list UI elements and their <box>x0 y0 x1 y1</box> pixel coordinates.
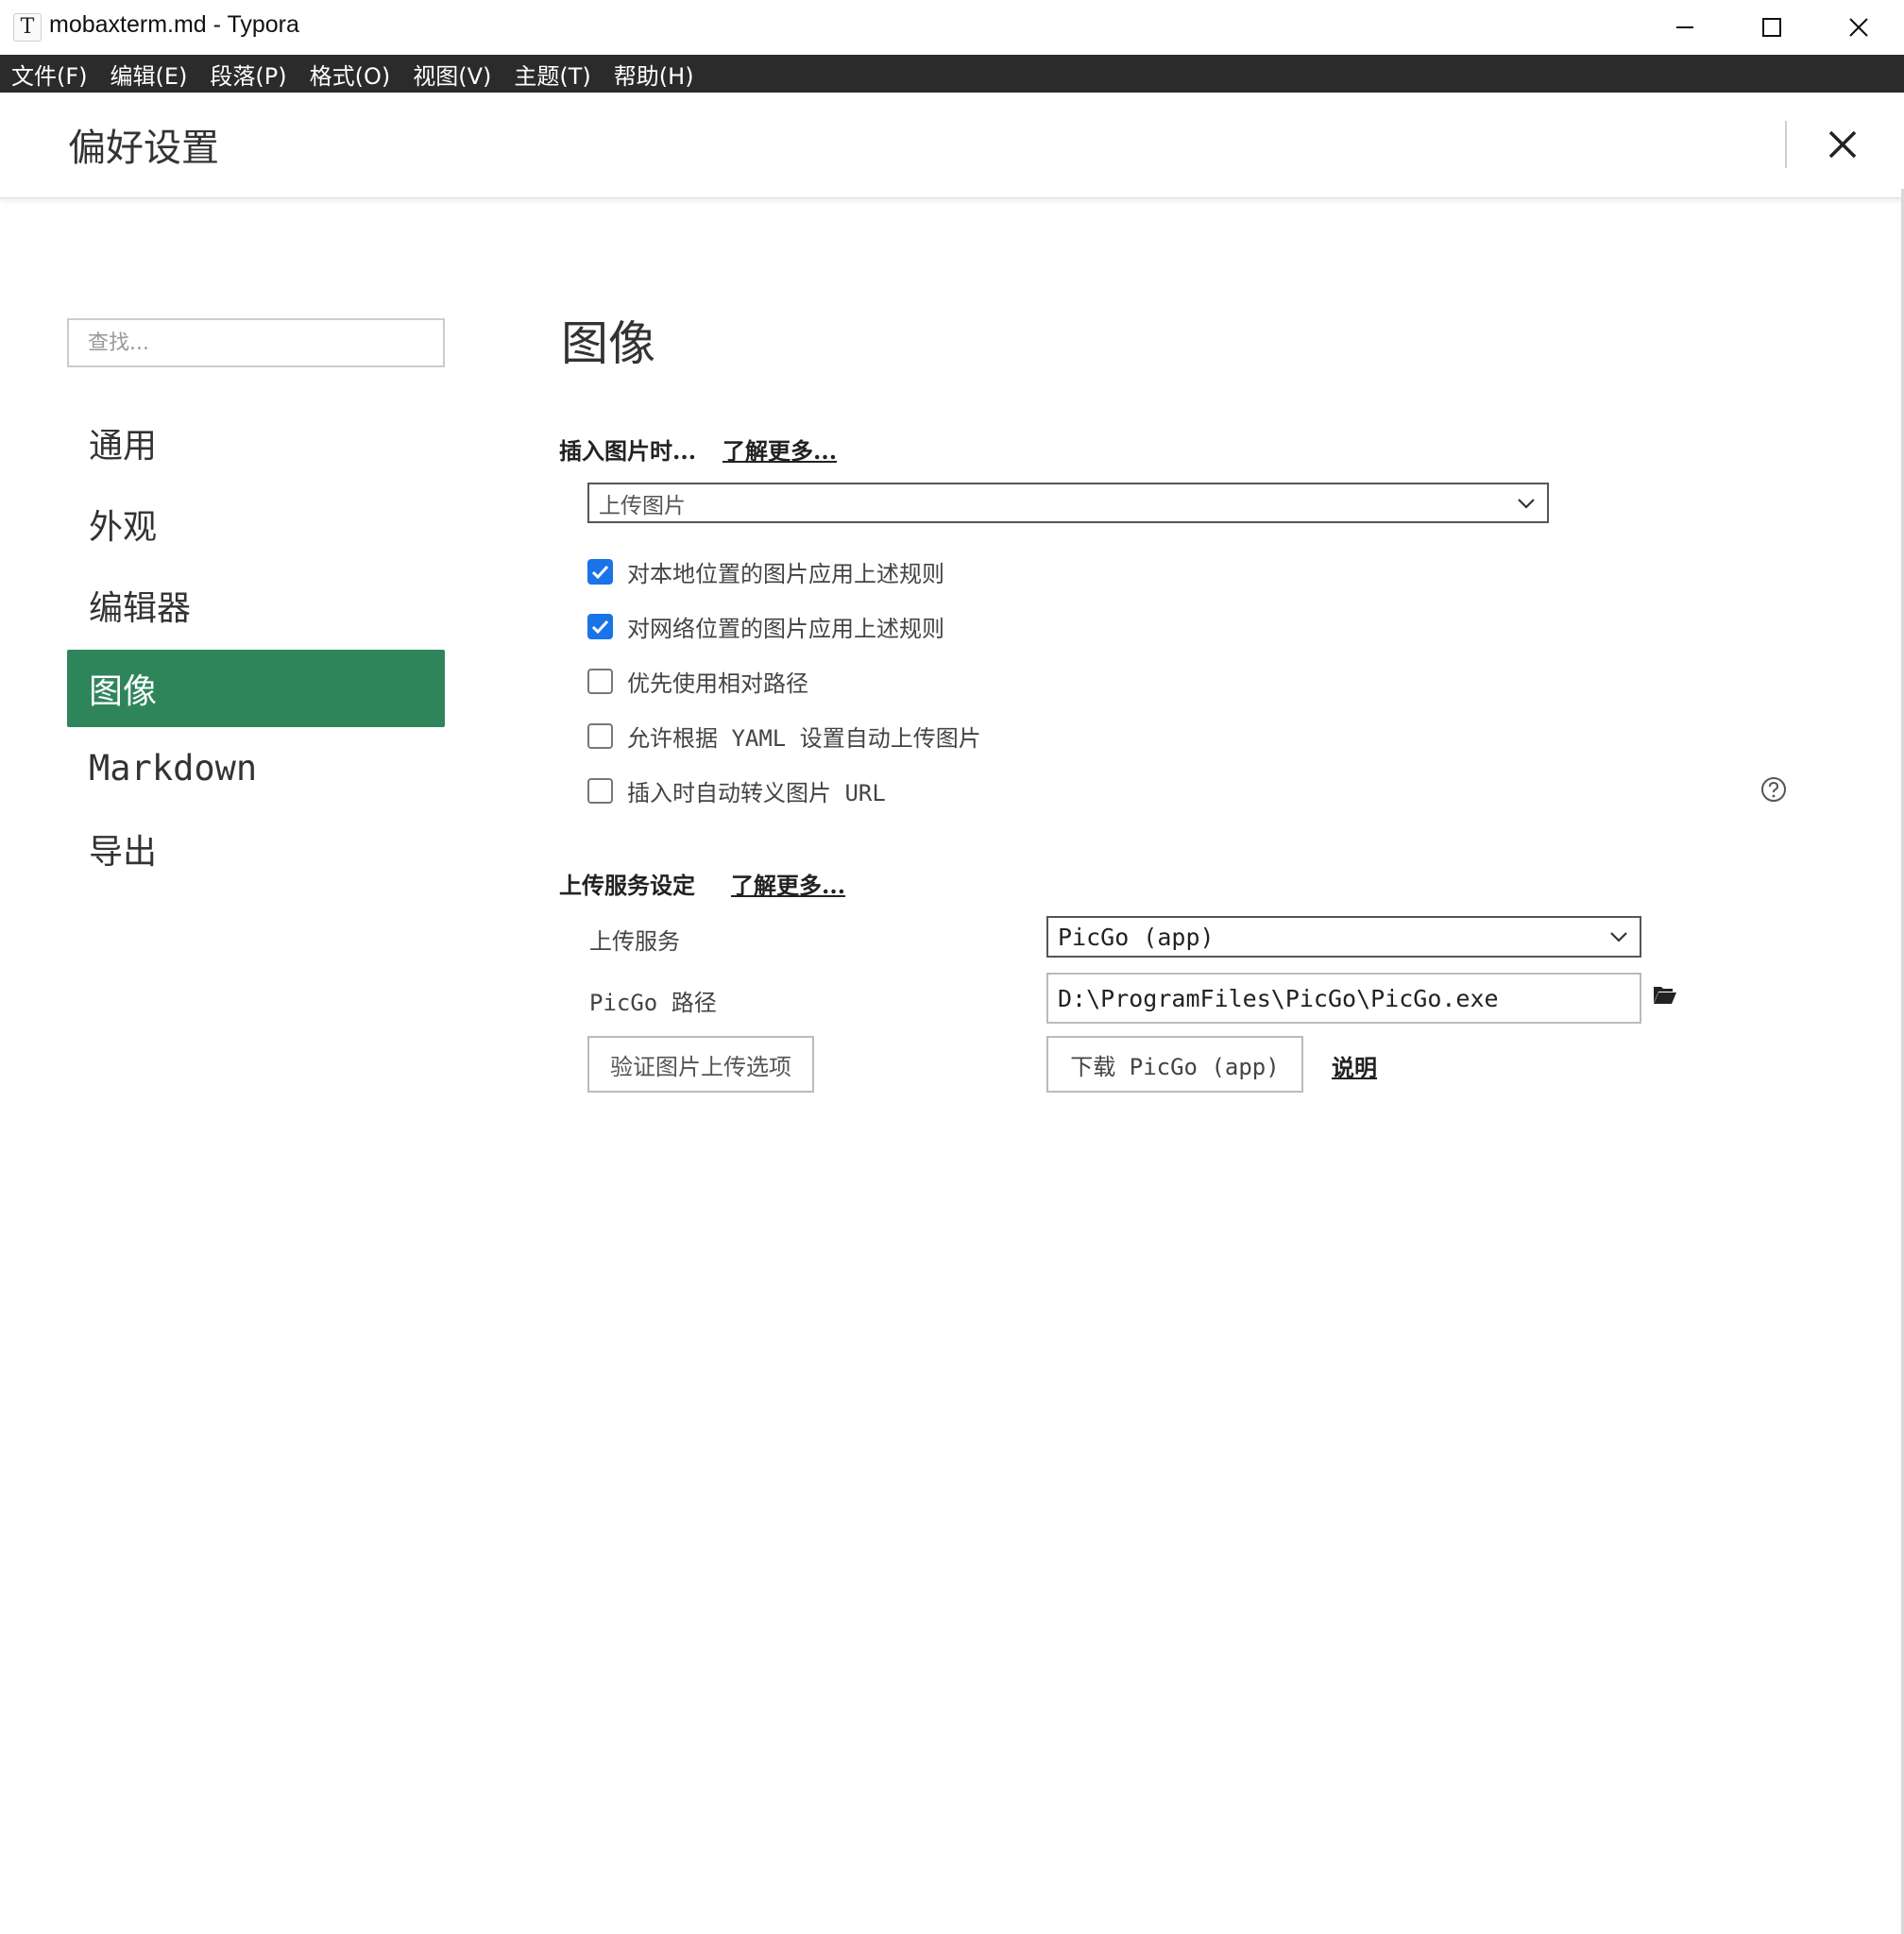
verify-upload-button[interactable]: 验证图片上传选项 <box>587 1036 814 1093</box>
sidebar-item-image[interactable]: 图像 <box>67 650 445 727</box>
sidebar-item-general[interactable]: 通用 <box>67 404 445 482</box>
preferences-title: 偏好设置 <box>68 127 219 170</box>
insert-image-action-select[interactable]: 上传图片 <box>587 483 1549 523</box>
sidebar-item-markdown[interactable]: Markdown <box>67 729 445 806</box>
yaml-upload-checkbox[interactable] <box>587 722 613 749</box>
menu-edit[interactable]: 编辑(E) <box>110 58 188 91</box>
option-local-images[interactable]: 对本地位置的图片应用上述规则 <box>587 552 944 590</box>
menu-format[interactable]: 格式(O) <box>310 58 391 91</box>
upload-service-select[interactable]: PicGo (app) <box>1046 916 1641 958</box>
sidebar-item-appearance[interactable]: 外观 <box>67 485 445 563</box>
insert-image-action-value: 上传图片 <box>599 492 686 517</box>
picgo-help-link[interactable]: 说明 <box>1332 1049 1377 1082</box>
option-relative-path[interactable]: 优先使用相对路径 <box>587 662 808 700</box>
upload-service-settings-label: 上传服务设定 <box>559 872 695 899</box>
picgo-path-input[interactable] <box>1046 973 1641 1024</box>
network-images-label: 对网络位置的图片应用上述规则 <box>627 615 944 642</box>
download-picgo-button[interactable]: 下载 PicGo (app) <box>1046 1036 1303 1093</box>
header-divider <box>1785 121 1787 168</box>
maximize-icon <box>1762 18 1781 37</box>
chevron-down-icon <box>1610 932 1627 942</box>
close-window-button[interactable] <box>1815 0 1902 55</box>
local-images-label: 对本地位置的图片应用上述规则 <box>627 560 944 587</box>
section-title: 图像 <box>561 316 655 371</box>
close-icon <box>1849 18 1868 37</box>
sidebar-item-export[interactable]: 导出 <box>67 810 445 888</box>
folder-open-icon[interactable] <box>1653 984 1677 1005</box>
menu-file[interactable]: 文件(F) <box>11 58 88 91</box>
close-preferences-button[interactable] <box>1819 121 1866 168</box>
insert-image-label: 插入图片时... <box>559 437 697 465</box>
preferences-search-input[interactable] <box>67 318 445 367</box>
preferences-header: 偏好设置 <box>0 93 1904 198</box>
network-images-checkbox[interactable] <box>587 613 613 639</box>
checkmark-icon <box>591 565 609 579</box>
escape-url-label: 插入时自动转义图片 URL <box>627 779 886 806</box>
option-yaml-upload[interactable]: 允许根据 YAML 设置自动上传图片 <box>587 717 981 755</box>
picgo-path-label: PicGo 路径 <box>589 990 717 1016</box>
option-network-images[interactable]: 对网络位置的图片应用上述规则 <box>587 607 944 645</box>
relative-path-checkbox[interactable] <box>587 668 613 694</box>
relative-path-label: 优先使用相对路径 <box>627 670 808 697</box>
menu-help[interactable]: 帮助(H) <box>614 58 694 91</box>
escape-url-checkbox[interactable] <box>587 777 613 804</box>
upload-service-value: PicGo (app) <box>1058 923 1215 951</box>
upload-service-label: 上传服务 <box>589 928 680 955</box>
option-escape-url[interactable]: 插入时自动转义图片 URL <box>587 772 886 809</box>
typora-app-icon: T <box>13 13 42 42</box>
title-bar: T mobaxterm.md - Typora <box>0 0 1904 55</box>
local-images-checkbox[interactable] <box>587 558 613 585</box>
sidebar-item-editor[interactable]: 编辑器 <box>67 567 445 644</box>
minimize-icon <box>1676 26 1693 28</box>
close-icon <box>1828 130 1857 159</box>
menu-paragraph[interactable]: 段落(P) <box>210 58 286 91</box>
chevron-down-icon <box>1518 498 1535 509</box>
menu-bar: 文件(F) 编辑(E) 段落(P) 格式(O) 视图(V) 主题(T) 帮助(H… <box>0 55 1904 93</box>
yaml-upload-label: 允许根据 YAML 设置自动上传图片 <box>627 724 981 752</box>
upload-learn-more-link[interactable]: 了解更多... <box>731 867 845 900</box>
question-circle-icon[interactable] <box>1760 776 1787 803</box>
menu-view[interactable]: 视图(V) <box>413 58 491 91</box>
checkmark-icon <box>591 619 609 634</box>
minimize-button[interactable] <box>1641 0 1728 55</box>
window-title: mobaxterm.md - Typora <box>49 11 299 38</box>
menu-theme[interactable]: 主题(T) <box>514 58 590 91</box>
maximize-button[interactable] <box>1728 0 1815 55</box>
insert-learn-more-link[interactable]: 了解更多... <box>722 433 837 466</box>
